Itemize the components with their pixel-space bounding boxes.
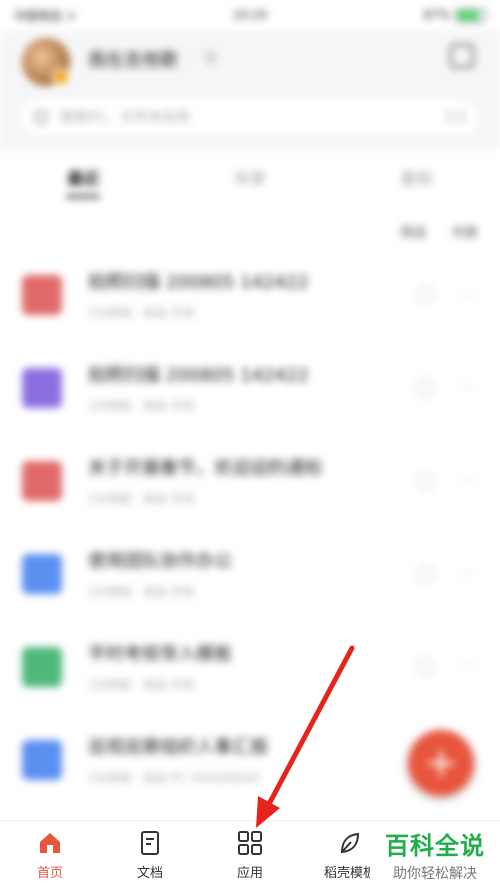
list-item[interactable]: 关于开展春节，欢迎迎的通知 2分钟前 · 来自 手机 ··· <box>0 434 500 527</box>
watermark-subtitle: 助你轻松解决 <box>393 865 477 882</box>
more-icon[interactable]: ··· <box>458 377 478 398</box>
file-meta: 2分钟前 · 来自 手机 <box>88 306 195 320</box>
app-background: 中国电信 ᯤ 10:24 87% 我在吉他歌 ⓪ 搜索PC、文件夹名称 [-] … <box>0 0 500 820</box>
list-item[interactable]: 使用团队协作办公 2分钟前 · 来自 手机 ··· <box>0 527 500 620</box>
file-type-icon <box>22 367 62 408</box>
watermark-title: 百科全说 <box>385 831 485 860</box>
tab-recent[interactable]: 最近 <box>0 152 167 202</box>
status-bar: 中国电信 ᯤ 10:24 87% <box>0 0 500 30</box>
grid-icon <box>238 830 262 855</box>
nav-apps-label: 应用 <box>236 865 263 881</box>
list-item[interactable]: 拍照扫描 200805 142422 2分钟前 · 来自 手机 ··· <box>0 248 500 341</box>
more-icon[interactable]: ··· <box>458 656 478 677</box>
tab-starred[interactable]: 星标 <box>333 152 500 202</box>
file-title: 使用团队协作办公 <box>88 551 232 572</box>
battery-icon <box>455 8 486 22</box>
list-item[interactable]: 平时考核导入模板 2分钟前 · 来自 手机 ··· <box>0 620 500 713</box>
nav-apps[interactable]: 应用 <box>200 821 300 889</box>
more-icon[interactable]: ··· <box>458 470 478 491</box>
file-type-icon <box>22 646 62 687</box>
scan-icon[interactable]: [-] <box>448 109 464 125</box>
clock: 10:24 <box>232 8 268 22</box>
file-list: 拍照扫描 200805 142422 2分钟前 · 来自 手机 ··· 拍照扫描… <box>0 248 500 806</box>
file-title: 关于开展春节，欢迎迎的通知 <box>88 458 322 479</box>
nav-documents-label: 文档 <box>136 865 163 881</box>
more-icon[interactable]: ··· <box>458 563 478 584</box>
username[interactable]: 我在吉他歌 <box>88 46 178 72</box>
filter-button[interactable]: 筛选 <box>400 222 426 241</box>
file-meta: 2分钟前 · 来自 手机 <box>88 585 195 599</box>
file-title: 平时考核导入模板 <box>88 644 232 665</box>
search-placeholder: 搜索PC、文件夹名称 <box>60 110 191 126</box>
new-file-button[interactable]: + <box>408 730 474 796</box>
file-title: 拍照扫描 200805 142422 <box>88 365 309 386</box>
nav-templates-label: 稻壳模板 <box>323 865 376 881</box>
file-title: 巡视巡察组织人事汇报 <box>88 737 268 758</box>
leaf-icon <box>340 832 360 853</box>
header: 我在吉他歌 ⓪ 搜索PC、文件夹名称 [-] <box>0 30 500 150</box>
view-toggle-button[interactable]: 列表 <box>452 222 478 241</box>
status-right: 87% <box>329 8 486 22</box>
star-icon[interactable] <box>415 378 434 397</box>
nav-home-label: 首页 <box>36 865 63 881</box>
document-icon <box>141 830 159 855</box>
battery-percent: 87% <box>423 8 450 22</box>
nav-documents[interactable]: 文档 <box>100 821 200 889</box>
star-icon[interactable] <box>415 285 434 304</box>
star-icon[interactable] <box>415 471 434 490</box>
more-icon[interactable]: ··· <box>458 284 478 305</box>
nav-home[interactable]: 首页 <box>0 821 100 889</box>
file-meta: 2分钟前 · 来自 手机 <box>88 399 195 413</box>
star-icon[interactable] <box>415 564 434 583</box>
file-type-icon <box>22 553 62 594</box>
file-type-icon <box>22 460 62 501</box>
file-title: 拍照扫描 200805 142422 <box>88 272 309 293</box>
gift-icon[interactable] <box>450 44 474 68</box>
vip-badge-icon <box>52 68 70 86</box>
sort-row: 筛选 列表 <box>0 214 500 248</box>
file-type-icon <box>22 739 62 780</box>
carrier-label: 中国电信 ᯤ <box>14 8 77 23</box>
file-type-icon <box>22 274 62 315</box>
file-meta: 2分钟前 · 来自 手机 <box>88 678 195 692</box>
list-item[interactable]: 拍照扫描 200805 142422 2分钟前 · 来自 手机 ··· <box>0 341 500 434</box>
file-meta: 2分钟前 · 来自 PC 2020/08/05 <box>88 771 260 785</box>
tab-bar: 最近 共享 星标 <box>0 152 500 202</box>
file-meta: 2分钟前 · 来自 手机 <box>88 492 195 506</box>
search-icon <box>34 110 48 124</box>
watermark: 百科全说 助你轻松解决 <box>370 824 500 884</box>
tab-shared[interactable]: 共享 <box>167 152 334 202</box>
search-input[interactable]: 搜索PC、文件夹名称 [-] <box>20 100 478 134</box>
star-icon[interactable] <box>415 657 434 676</box>
home-icon <box>40 832 60 853</box>
username-tag: ⓪ <box>204 51 218 67</box>
